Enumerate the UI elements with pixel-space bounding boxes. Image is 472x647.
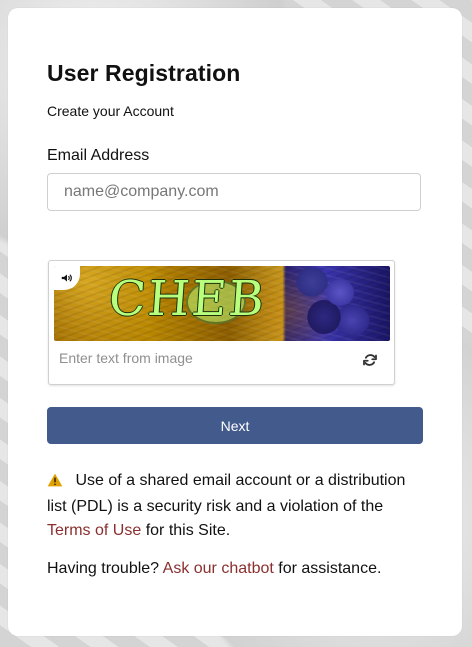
page-subtitle: Create your Account [47, 103, 174, 119]
email-label: Email Address [47, 147, 150, 164]
speaker-icon[interactable] [54, 266, 80, 290]
chatbot-link[interactable]: Ask our chatbot [163, 560, 274, 577]
registration-card: User Registration Create your Account Em… [8, 8, 462, 636]
warning-icon [47, 471, 65, 495]
next-button[interactable]: Next [47, 407, 423, 444]
refresh-icon[interactable] [360, 350, 380, 370]
security-notice: Use of a shared email account or a distr… [47, 469, 424, 543]
page-title: User Registration [47, 60, 241, 86]
captcha-widget: CHEB [48, 260, 395, 385]
help-suffix: for assistance. [278, 560, 382, 577]
captcha-input[interactable] [59, 350, 339, 366]
terms-of-use-link[interactable]: Terms of Use [47, 522, 141, 539]
help-text: Having trouble? Ask our chatbot for assi… [47, 558, 424, 580]
captcha-text: CHEB [107, 271, 268, 327]
captcha-image: CHEB [54, 266, 390, 341]
help-prefix: Having trouble? [47, 560, 163, 577]
email-input[interactable] [47, 173, 421, 211]
notice-text-after: for this Site. [145, 522, 231, 539]
notice-text-before: Use of a shared email account or a distr… [47, 472, 406, 515]
